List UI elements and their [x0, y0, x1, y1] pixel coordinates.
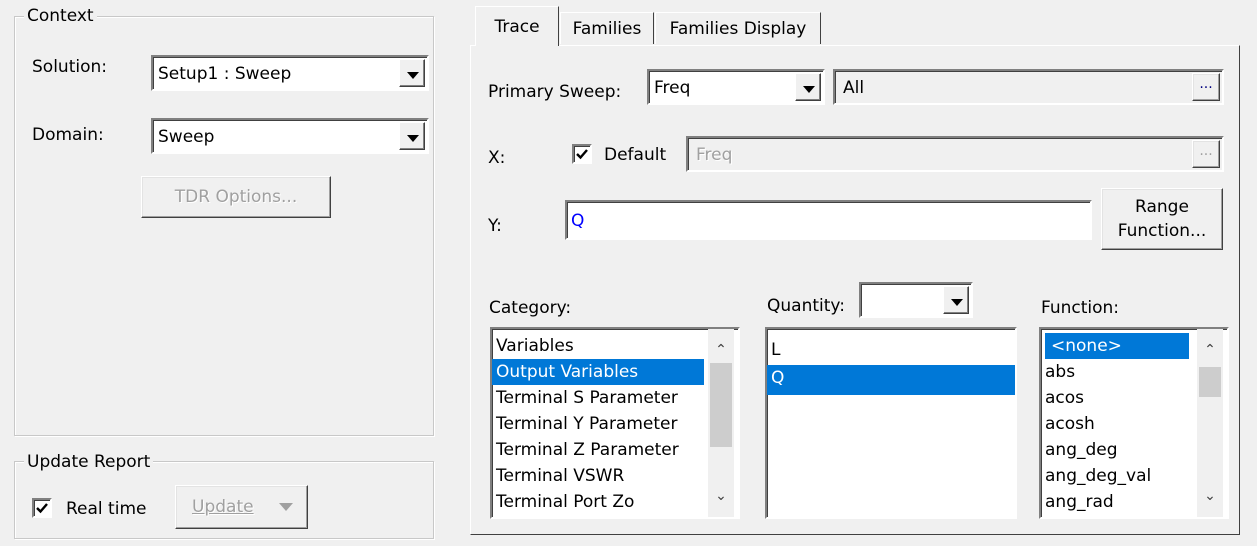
solution-value: Setup1 : Sweep	[158, 64, 292, 84]
primary-sweep-dropdown-button[interactable]	[795, 73, 821, 101]
tab-trace[interactable]: Trace	[475, 6, 559, 46]
default-label: Default	[604, 145, 667, 165]
y-value: Q	[571, 211, 585, 231]
update-label: Update	[192, 497, 254, 517]
scroll-up-icon[interactable]: ⌃	[1197, 337, 1223, 363]
chevron-down-icon	[407, 72, 419, 79]
list-item[interactable]: Terminal Y Parameter	[492, 411, 738, 437]
solution-label: Solution:	[32, 57, 107, 77]
primary-sweep-label: Primary Sweep:	[488, 82, 622, 102]
tab-families-display-label: Families Display	[669, 19, 807, 39]
checkmark-icon	[36, 503, 48, 514]
tab-families-display[interactable]: Families Display	[655, 12, 821, 44]
domain-value: Sweep	[158, 127, 215, 147]
scroll-down-icon[interactable]: ⌄	[708, 483, 734, 509]
list-item-selected[interactable]: Output Variables	[492, 359, 704, 385]
update-button[interactable]: Update	[175, 485, 308, 529]
tab-families-label: Families	[572, 19, 642, 39]
scroll-up-icon[interactable]: ⌃	[708, 337, 734, 363]
x-label: X:	[488, 148, 506, 168]
ellipsis-icon: ...	[1199, 76, 1213, 92]
scroll-down-icon[interactable]: ⌄	[1197, 483, 1223, 509]
tdr-options-button[interactable]: TDR Options...	[141, 176, 331, 218]
update-report-legend: Update Report	[24, 452, 154, 472]
range-function-label-1: Range	[1135, 197, 1189, 217]
range-function-label-2: Function...	[1117, 221, 1207, 241]
list-item-selected[interactable]: <none>	[1045, 333, 1189, 359]
primary-sweep-value: Freq	[654, 78, 691, 98]
x-value: Freq	[696, 145, 733, 165]
primary-sweep-range-field[interactable]: All ...	[833, 69, 1224, 105]
category-label: Category:	[489, 298, 572, 318]
primary-sweep-range-edit-button[interactable]: ...	[1192, 73, 1220, 101]
domain-dropdown-button[interactable]	[399, 122, 425, 150]
function-scrollbar[interactable]: ⌃ ⌄	[1197, 329, 1223, 517]
y-input[interactable]: Q	[565, 200, 1092, 240]
x-edit-button: ...	[1192, 140, 1220, 168]
list-item[interactable]: Terminal VSWR	[492, 463, 738, 489]
list-item[interactable]: Variables	[492, 333, 738, 359]
quantity-label: Quantity:	[767, 296, 845, 316]
list-item[interactable]: L	[767, 337, 1015, 363]
scroll-thumb[interactable]	[710, 363, 732, 447]
x-field: Freq ...	[686, 136, 1224, 172]
list-item[interactable]: Terminal Z Parameter	[492, 437, 738, 463]
chevron-down-icon	[279, 503, 293, 511]
tdr-options-label: TDR Options...	[174, 187, 298, 207]
checkmark-icon	[576, 149, 588, 160]
solution-select[interactable]: Setup1 : Sweep	[151, 55, 429, 91]
realtime-checkbox[interactable]	[32, 498, 52, 518]
function-list[interactable]: <none> abs acos acosh ang_deg ang_deg_va…	[1039, 327, 1229, 519]
range-function-button[interactable]: Range Function...	[1101, 188, 1223, 250]
tab-trace-label: Trace	[494, 17, 540, 37]
default-checkbox[interactable]	[572, 144, 592, 164]
category-scrollbar[interactable]: ⌃ ⌄	[708, 329, 734, 517]
quantity-list[interactable]: L Q	[765, 327, 1017, 519]
primary-sweep-select[interactable]: Freq	[647, 69, 825, 105]
category-list[interactable]: Variables Output Variables Terminal S Pa…	[490, 327, 740, 519]
list-item[interactable]: Terminal Port Zo	[492, 489, 738, 515]
chevron-down-icon	[951, 299, 963, 306]
quantity-filter-select[interactable]	[859, 282, 973, 318]
scroll-thumb[interactable]	[1199, 367, 1221, 397]
y-label: Y:	[488, 216, 502, 236]
context-legend: Context	[24, 6, 97, 26]
domain-label: Domain:	[32, 125, 104, 145]
quantity-items: L Q	[767, 329, 1015, 395]
chevron-down-icon	[803, 86, 815, 93]
chevron-down-icon	[407, 135, 419, 142]
realtime-label: Real time	[66, 499, 147, 519]
primary-sweep-range-value: All	[843, 78, 865, 98]
solution-dropdown-button[interactable]	[399, 59, 425, 87]
domain-select[interactable]: Sweep	[151, 118, 429, 154]
function-label: Function:	[1041, 298, 1120, 318]
list-item-selected[interactable]: Q	[767, 365, 1015, 395]
category-items: Variables Output Variables Terminal S Pa…	[492, 329, 738, 515]
tab-families[interactable]: Families	[560, 12, 654, 44]
list-item[interactable]: Terminal S Parameter	[492, 385, 738, 411]
ellipsis-icon: ...	[1199, 143, 1213, 159]
quantity-filter-dropdown-button[interactable]	[943, 286, 969, 314]
